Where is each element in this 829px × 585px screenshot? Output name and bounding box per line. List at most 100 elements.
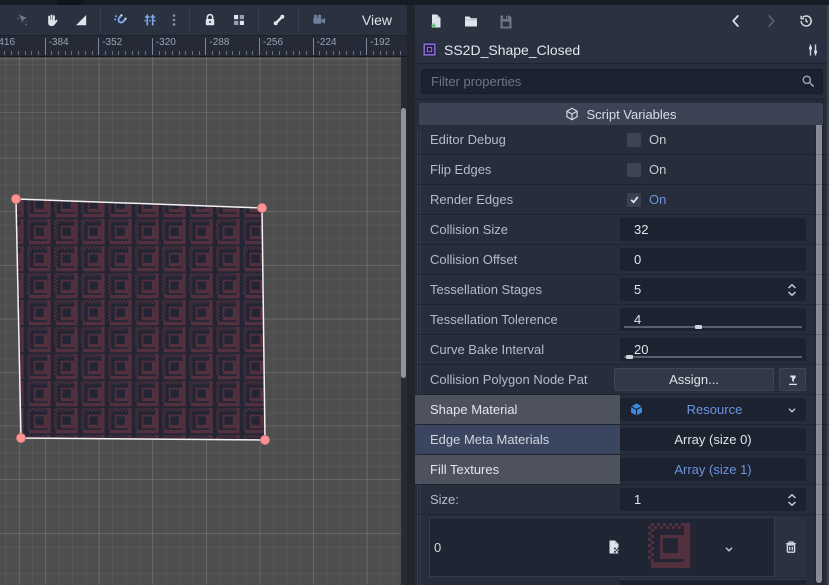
ruler-minor-tick <box>159 51 160 55</box>
curve-bake-interval-field[interactable]: 20 <box>620 338 806 361</box>
array-item-index: 0 <box>434 540 441 555</box>
property-row-collision-size: Collision Size 32 <box>415 215 829 245</box>
ruler-minor-tick <box>333 51 334 55</box>
render-edges-label: Render Edges <box>415 185 620 214</box>
ruler-minor-tick <box>246 51 247 55</box>
property-row-fill-textures: Fill TexturesArray (size 1) <box>415 455 829 485</box>
collision-offset-field[interactable]: 0 <box>620 248 806 271</box>
property-row-flip-edges: Flip EdgesOn <box>415 155 829 185</box>
tessellation-tolerence-field[interactable]: 4 <box>620 308 806 331</box>
ruler-minor-tick <box>400 51 401 55</box>
object-history-icon[interactable] <box>793 8 819 34</box>
property-row-curve-bake-interval: Curve Bake Interval20 <box>415 335 829 365</box>
tessellation-tolerence-slider-track[interactable] <box>624 326 802 328</box>
property-row-editor-debug: Editor DebugOn <box>415 125 829 155</box>
resource-cube-icon <box>629 402 644 417</box>
tessellation-stages-field[interactable]: 5 <box>620 278 806 301</box>
fill-textures-array-label: Array (size 1) <box>620 462 806 477</box>
bone-icon[interactable] <box>264 7 293 33</box>
history-forward-icon[interactable] <box>758 8 784 34</box>
shape-corner-handle[interactable] <box>17 434 26 443</box>
spinner-updown-icon[interactable] <box>785 282 799 298</box>
shape-corner-handle[interactable] <box>261 436 270 445</box>
property-row-tessellation-tolerence: Tessellation Tolerence4 <box>415 305 829 335</box>
tessellation-stages-value: 5 <box>620 275 806 304</box>
filter-row <box>415 64 829 99</box>
ruler-minor-tick <box>58 51 59 55</box>
curve-bake-interval-slider-grabber[interactable] <box>626 355 633 359</box>
ruler-minor-tick <box>326 51 327 55</box>
group-icon[interactable] <box>224 7 253 33</box>
object-tools-icon[interactable] <box>805 42 821 58</box>
collision-size-field[interactable]: 32 <box>620 218 806 241</box>
save-resource-icon[interactable] <box>493 8 519 34</box>
ruler-major-tick <box>45 38 46 55</box>
ruler-minor-tick <box>192 51 193 55</box>
section-script-variables[interactable]: Script Variables <box>419 103 823 125</box>
snap-options-menu-icon[interactable] <box>164 7 184 33</box>
ruler-minor-tick <box>132 51 133 55</box>
snap-icon[interactable] <box>106 7 135 33</box>
editor-debug-checkbox[interactable] <box>627 133 641 147</box>
delete-item-button[interactable] <box>775 517 806 577</box>
ruler-minor-tick <box>226 51 227 55</box>
ruler-minor-tick <box>65 51 66 55</box>
render-edges-value: On <box>620 185 806 214</box>
collision-size-field-value: 32 <box>634 222 648 237</box>
new-resource-icon[interactable] <box>423 8 449 34</box>
ruler-minor-tick <box>105 51 106 55</box>
filter-properties-input[interactable] <box>421 69 823 94</box>
select-mode-icon[interactable] <box>8 7 37 33</box>
shape-material-resource-picker[interactable]: Resource <box>620 398 806 421</box>
toolbar-separator <box>298 10 299 30</box>
fill-textures-array-button[interactable]: Array (size 1) <box>620 458 806 481</box>
ruler-minor-tick <box>353 51 354 55</box>
viewport-vscroll-grabber[interactable] <box>401 108 406 378</box>
collision-size-label: Collision Size <box>415 215 620 244</box>
ruler-minor-tick <box>199 51 200 55</box>
array-item-editor: 0 <box>429 517 775 577</box>
history-back-icon[interactable] <box>723 8 749 34</box>
edge-meta-materials-array-button[interactable]: Array (size 0) <box>620 428 806 451</box>
ruler-label: -224 <box>317 37 337 48</box>
search-icon <box>800 73 816 89</box>
spinner-updown-icon[interactable] <box>785 492 799 508</box>
ruler-minor-tick <box>112 51 113 55</box>
flip-edges-checkbox[interactable] <box>627 163 641 177</box>
ruler-minor-tick <box>92 51 93 55</box>
canvas-viewport[interactable] <box>0 57 401 585</box>
render-edges-checkbox[interactable] <box>627 193 641 207</box>
ruler-minor-tick <box>172 51 173 55</box>
array-size-field[interactable]: 1 <box>620 488 806 511</box>
collision-size-value: 32 <box>620 215 806 244</box>
closed-shape-polygon[interactable] <box>16 199 265 440</box>
ruler-minor-tick <box>339 51 340 55</box>
texture-dropdown-icon[interactable] <box>722 542 736 556</box>
shape-material-resource-label: Resource <box>644 402 785 417</box>
horizontal-ruler: -416-384-352-320-288-256-224-192 <box>0 36 407 57</box>
ruler-major-tick <box>152 38 153 55</box>
collision-polygon-node-pat-assign-button[interactable]: Assign... <box>614 368 774 391</box>
lock-icon[interactable] <box>195 7 224 33</box>
shape-material-label: Shape Material <box>415 395 620 424</box>
curve-bake-interval-slider-track[interactable] <box>624 356 802 358</box>
camera-icon[interactable] <box>304 7 333 33</box>
ruler-label: -320 <box>156 37 176 48</box>
pick-node-icon[interactable] <box>779 368 806 391</box>
ruler-label: -256 <box>263 37 283 48</box>
next-property-row-clipped <box>415 579 829 585</box>
texture-preview[interactable] <box>648 523 696 571</box>
panel-divider[interactable] <box>407 5 415 585</box>
collision-polygon-node-pat-label: Collision Polygon Node Pat <box>415 365 620 394</box>
ruler-icon[interactable] <box>66 7 95 33</box>
ruler-label: -288 <box>209 37 229 48</box>
load-resource-icon[interactable] <box>458 8 484 34</box>
shape-corner-handle[interactable] <box>258 204 267 213</box>
view-menu-button[interactable]: View <box>356 10 398 30</box>
pan-icon[interactable] <box>37 7 66 33</box>
ruler-minor-tick <box>306 51 307 55</box>
tessellation-tolerence-slider-grabber[interactable] <box>695 325 702 329</box>
trash-icon <box>783 539 799 555</box>
grid-snap-icon[interactable] <box>135 7 164 33</box>
shape-corner-handle[interactable] <box>12 195 21 204</box>
